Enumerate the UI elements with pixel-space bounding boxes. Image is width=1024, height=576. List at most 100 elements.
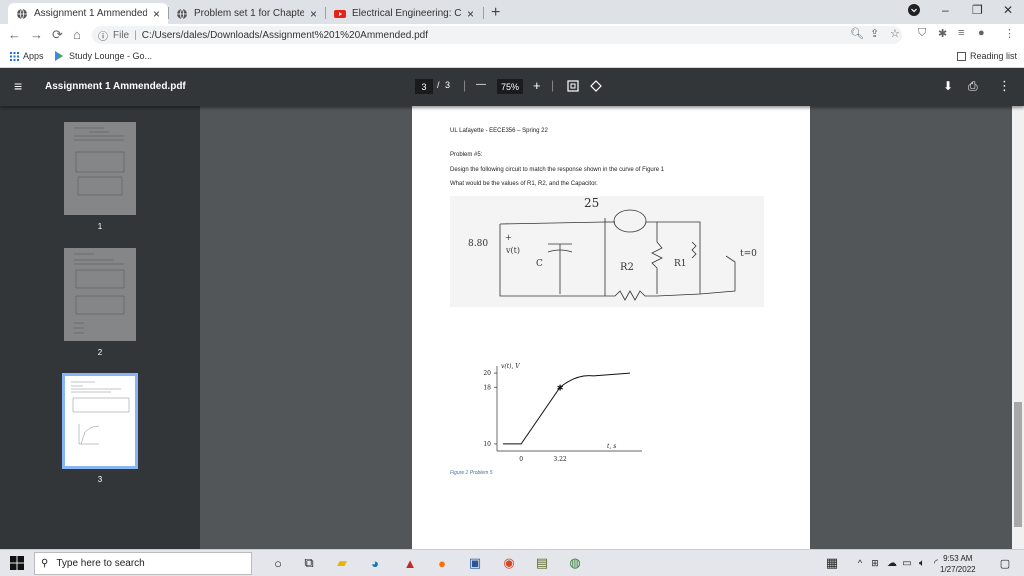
viewer-scrollbar[interactable]: [1012, 106, 1024, 549]
chrome-icon[interactable]: ◍: [566, 554, 584, 572]
x-axis-label: t, s: [607, 443, 616, 450]
series-line: [503, 372, 630, 445]
back-arrow-icon[interactable]: ←: [8, 27, 21, 42]
taskbar: ⚲ Type here to search ○ ⧉ ▰ ◕ ▲ ● ▣ ◉ ▤ …: [0, 549, 1024, 576]
reading-list-icon: [957, 51, 966, 61]
reload-icon[interactable]: ⟳: [52, 27, 63, 43]
pdf-title: Assignment 1 Ammended.pdf: [45, 81, 186, 92]
tab-strip: Assignment 1 Ammended.pdf × Problem set …: [0, 0, 1024, 24]
shield-extension-icon[interactable]: ⛉: [918, 27, 926, 40]
powerpoint-icon[interactable]: ◉: [500, 554, 518, 572]
firefox-icon[interactable]: ●: [433, 554, 451, 572]
cortana-icon[interactable]: ○: [269, 554, 287, 572]
y-tick-label: 10: [483, 441, 491, 448]
tab-divider: [483, 7, 484, 19]
problem-line-1: Design the following circuit to match th…: [450, 167, 665, 173]
matlab-icon[interactable]: ▲: [401, 554, 419, 572]
url-prefix: File: [113, 29, 130, 41]
zoom-out-button[interactable]: —: [476, 79, 486, 90]
tab-assignment[interactable]: Assignment 1 Ammended.pdf ×: [8, 3, 168, 24]
vt-label: v(t): [505, 246, 520, 255]
scroll-thumb[interactable]: [1014, 402, 1022, 527]
browser-toolbar: ← → ⟳ ⌂ ⓘ File | C:/Users/dales/Download…: [0, 24, 1024, 46]
page-thumbnail-2[interactable]: [64, 248, 136, 341]
network-icon[interactable]: ⊞: [866, 554, 884, 572]
x-tick-label: 0: [519, 456, 523, 463]
profile-avatar-icon[interactable]: ●: [978, 27, 985, 39]
print-icon[interactable]: ⎙: [968, 79, 978, 94]
windows-start-icon[interactable]: [8, 554, 26, 572]
response-chart: 20 18 10 0 3.22 ✱ v(t), V t, s: [483, 363, 642, 463]
thumbnail-preview: [65, 376, 135, 466]
forward-arrow-icon[interactable]: →: [30, 27, 43, 42]
close-icon[interactable]: ×: [467, 7, 474, 21]
figure-caption: Figure 1 Problem 5: [450, 470, 493, 476]
url-text: C:/Users/dales/Downloads/Assignment%201%…: [141, 29, 428, 41]
clock-date: 1/27/2022: [940, 565, 976, 574]
download-icon[interactable]: ⬇: [943, 79, 953, 93]
home-icon[interactable]: ⌂: [73, 27, 81, 42]
page-separator: /: [437, 80, 440, 90]
pdf-toolbar: ≡ Assignment 1 Ammended.pdf 3 / 3 | — 75…: [0, 68, 1024, 106]
hamburger-menu-icon[interactable]: ≡: [14, 78, 22, 94]
maximize-button[interactable]: ❐: [972, 3, 983, 17]
rotate-icon[interactable]: [590, 80, 602, 95]
star-icon[interactable]: ☆: [890, 27, 900, 40]
page-current: 3: [421, 81, 427, 92]
tab-title: Problem set 1 for Chapter 7.pdf: [194, 8, 304, 19]
new-tab-button[interactable]: +: [491, 4, 500, 22]
clock-time: 9:53 AM: [943, 554, 973, 563]
problem-heading: Problem #5:: [450, 152, 483, 158]
close-icon[interactable]: ×: [310, 7, 317, 21]
bookmark-study-lounge[interactable]: Study Lounge - Go...: [54, 51, 152, 61]
zoom-in-button[interactable]: +: [533, 78, 541, 93]
toolbar-divider: |: [551, 78, 555, 92]
fit-page-icon[interactable]: [567, 80, 579, 95]
bookmark-label: Apps: [23, 51, 44, 61]
puzzle-extension-icon[interactable]: ✱: [938, 27, 947, 40]
thumbnail-sidebar: 1 2 3: [0, 106, 200, 549]
zoom-value: 75%: [500, 81, 519, 92]
page-number-input[interactable]: 3: [415, 79, 433, 94]
zoom-icon[interactable]: 🔍︎: [850, 27, 864, 40]
bookmark-apps[interactable]: Apps: [10, 51, 44, 61]
y-tick-label: 18: [483, 384, 491, 391]
thumbnail-label: 3: [97, 475, 103, 484]
menu-kebab-icon[interactable]: ⋮: [1004, 27, 1015, 40]
file-explorer-icon[interactable]: ▰: [333, 554, 351, 572]
system-clock[interactable]: 9:53 AM 1/27/2022: [940, 553, 976, 575]
edge-icon[interactable]: ◕: [366, 554, 384, 572]
close-icon[interactable]: ×: [153, 7, 160, 21]
word-icon[interactable]: ▣: [466, 554, 484, 572]
video-icon: [334, 9, 346, 18]
play-store-icon: [55, 51, 63, 61]
profile-dropdown-icon[interactable]: [908, 4, 920, 19]
reading-list-button[interactable]: Reading list: [957, 51, 1017, 61]
address-bar[interactable]: ⓘ File | C:/Users/dales/Downloads/Assign…: [92, 26, 902, 44]
task-view-icon[interactable]: ⧉: [300, 554, 318, 572]
tab-problem-set[interactable]: Problem set 1 for Chapter 7.pdf ×: [168, 3, 325, 24]
minimize-button[interactable]: –: [942, 3, 949, 17]
r1-label: R1: [674, 259, 687, 269]
page-thumbnail-3[interactable]: [62, 373, 138, 469]
close-window-button[interactable]: ✕: [1003, 3, 1013, 17]
app-icon[interactable]: ▤: [533, 554, 551, 572]
bookmark-label: Study Lounge - Go...: [69, 51, 153, 61]
tick-group: 20 18 10 0 3.22: [483, 370, 567, 463]
taskbar-search-input[interactable]: ⚲ Type here to search: [34, 552, 252, 575]
notification-icon[interactable]: ▢: [996, 554, 1014, 572]
tab-electrical-engineering[interactable]: Electrical Engineering: Ch 8: RC S ×: [326, 3, 482, 24]
more-options-icon[interactable]: ⋮: [998, 78, 1011, 94]
page-thumbnail-1[interactable]: [64, 122, 136, 215]
page-header: UL Lafayette - EECE356 – Spring 22: [450, 128, 548, 134]
circuit-image: 25 8.80 + v(t) C R2 R1 t=0: [450, 196, 764, 307]
info-icon[interactable]: ⓘ: [98, 28, 108, 43]
share-icon[interactable]: ⇪: [870, 27, 879, 40]
reading-mode-icon[interactable]: ≡: [958, 27, 964, 39]
data-marker: ✱: [557, 383, 564, 392]
x-tick-label: 3.22: [553, 456, 567, 463]
apps-grid-icon: [10, 51, 19, 61]
thumbnail-label: 1: [97, 222, 103, 231]
zoom-input[interactable]: 75%: [497, 79, 523, 94]
news-widget-icon[interactable]: ▦: [823, 554, 841, 572]
